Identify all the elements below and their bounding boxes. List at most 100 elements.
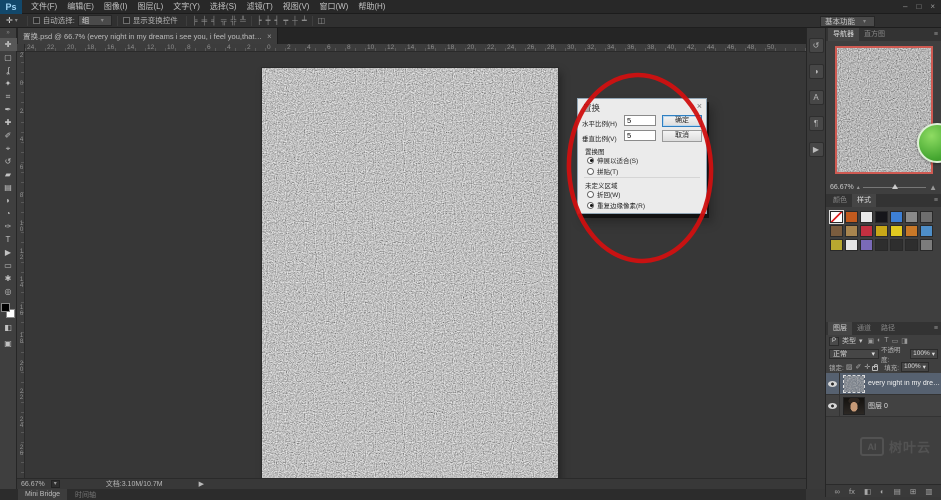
auto-select-checkbox[interactable] xyxy=(32,17,40,24)
add-layer-mask-icon[interactable]: ◧ xyxy=(864,487,871,496)
layer-thumbnail-portrait[interactable] xyxy=(843,396,865,415)
distribute-bottom-icon[interactable]: ┷ xyxy=(302,16,307,25)
stretch-to-fit-option[interactable]: 伸展以适合(S) xyxy=(587,155,638,165)
quick-selection-tool[interactable]: ✦ xyxy=(0,77,17,90)
eraser-tool[interactable]: ▰ xyxy=(0,168,17,181)
menu-item[interactable]: 图像(I) xyxy=(99,0,133,14)
horizontal-scale-input[interactable] xyxy=(624,115,656,126)
paragraph-panel-icon[interactable]: ¶ xyxy=(808,116,824,131)
new-layer-icon[interactable]: ⊞ xyxy=(910,487,916,496)
navigator-zoom-value[interactable]: 66.67% xyxy=(830,184,854,191)
zoom-in-icon[interactable]: ▲ xyxy=(929,183,937,192)
radio-icon[interactable] xyxy=(587,190,594,198)
menu-item[interactable]: 帮助(H) xyxy=(353,0,390,14)
screen-mode-icon[interactable]: ▣ xyxy=(0,337,17,350)
distribute-left-icon[interactable]: ┝ xyxy=(257,16,262,25)
ok-button[interactable]: 确定 xyxy=(662,115,702,127)
visibility-toggle[interactable] xyxy=(826,373,840,394)
style-swatch[interactable] xyxy=(905,225,918,237)
eyedropper-tool[interactable]: ✒ xyxy=(0,103,17,116)
zoom-out-icon[interactable]: ▴ xyxy=(857,184,860,191)
style-swatch[interactable] xyxy=(905,239,918,251)
style-swatch[interactable] xyxy=(860,211,873,223)
status-dropdown-icon[interactable]: ▾ xyxy=(50,480,60,488)
style-swatch[interactable] xyxy=(890,239,903,251)
menu-item[interactable]: 编辑(E) xyxy=(62,0,99,14)
history-panel-icon[interactable]: ↺ xyxy=(808,38,824,53)
vertical-scale-input[interactable] xyxy=(624,130,656,141)
hand-tool[interactable]: ✱ xyxy=(0,272,17,285)
distribute-right-icon[interactable]: ┥ xyxy=(275,16,280,25)
menu-item[interactable]: 窗口(W) xyxy=(314,0,353,14)
blur-tool[interactable]: ◗ xyxy=(0,194,17,207)
dialog-close-icon[interactable]: × xyxy=(697,101,702,111)
cancel-button[interactable]: 取消 xyxy=(662,130,702,142)
style-swatch[interactable] xyxy=(875,239,888,251)
panel-tab[interactable]: 通道 xyxy=(852,322,876,335)
timeline-tab[interactable]: 时间轴 xyxy=(75,490,96,500)
radio-icon[interactable] xyxy=(587,156,594,164)
brush-tool[interactable]: ✐ xyxy=(0,129,17,142)
type-tool[interactable]: T xyxy=(0,233,17,246)
menu-item[interactable]: 图层(L) xyxy=(132,0,168,14)
menu-item[interactable]: 文件(F) xyxy=(26,0,62,14)
quick-mask-icon[interactable]: ◧ xyxy=(0,321,17,334)
opacity-value[interactable]: 100% ▾ xyxy=(910,348,938,359)
shape-tool[interactable]: ▭ xyxy=(0,259,17,272)
style-swatch[interactable] xyxy=(905,211,918,223)
radio-icon[interactable] xyxy=(587,201,594,209)
lock-image-pixels-icon[interactable]: ✐ xyxy=(855,363,861,371)
layer-thumbnail[interactable] xyxy=(843,374,865,393)
show-transform-checkbox[interactable] xyxy=(122,17,130,24)
style-swatch[interactable] xyxy=(860,239,873,251)
fill-value[interactable]: 100% ▾ xyxy=(901,361,929,372)
style-swatch[interactable] xyxy=(829,210,844,224)
style-swatch[interactable] xyxy=(845,239,858,251)
layer-group-icon[interactable]: ▤ xyxy=(894,487,901,496)
healing-brush-tool[interactable]: ✚ xyxy=(0,116,17,129)
panel-tab[interactable]: 颜色 xyxy=(828,194,852,207)
style-swatch[interactable] xyxy=(890,225,903,237)
filter-kind-icon[interactable]: P xyxy=(829,336,839,346)
chevron-down-icon[interactable]: ▾ xyxy=(859,337,863,345)
gradient-tool[interactable]: ▤ xyxy=(0,181,17,194)
marquee-tool[interactable]: ▢ xyxy=(0,51,17,64)
style-swatch[interactable] xyxy=(845,225,858,237)
auto-select-dropdown[interactable]: 组 ▾ xyxy=(77,15,112,26)
align-middle-icon[interactable]: ╬ xyxy=(231,16,237,25)
dodge-tool[interactable]: ◔ xyxy=(0,207,17,220)
link-layers-icon[interactable]: ∞ xyxy=(835,487,840,496)
lock-position-icon[interactable]: ✛ xyxy=(864,363,870,371)
color-chips[interactable] xyxy=(1,303,15,318)
menu-item[interactable]: 滤镜(T) xyxy=(242,0,278,14)
wrap-around-option[interactable]: 折回(W) xyxy=(587,189,620,199)
move-tool[interactable]: ✛ xyxy=(0,38,17,51)
radio-icon[interactable] xyxy=(587,167,594,175)
collapse-toolbar-icon[interactable]: » xyxy=(6,28,9,38)
filter-kind-label[interactable]: 类型 xyxy=(842,336,856,346)
actions-panel-icon[interactable]: ▶ xyxy=(808,142,824,157)
restore-button[interactable]: □ xyxy=(916,0,921,13)
pen-tool[interactable]: ✑ xyxy=(0,220,17,233)
menu-item[interactable]: 文字(Y) xyxy=(168,0,205,14)
navigator-preview[interactable] xyxy=(835,46,933,174)
zoom-tool[interactable]: ◎ xyxy=(0,285,17,298)
style-swatch[interactable] xyxy=(830,239,843,251)
style-swatch[interactable] xyxy=(875,225,888,237)
filter-pixel-layers-icon[interactable]: ▣ xyxy=(868,337,875,345)
menu-item[interactable]: 视图(V) xyxy=(278,0,315,14)
panel-menu-icon[interactable]: ≡ xyxy=(934,31,938,38)
lock-all-icon[interactable] xyxy=(872,363,879,371)
style-swatch[interactable] xyxy=(830,225,843,237)
workspace-switcher[interactable]: 基本功能 ▾ xyxy=(819,16,875,27)
status-zoom-value[interactable]: 66.67% xyxy=(21,481,45,488)
crop-tool[interactable]: ⌗ xyxy=(0,90,17,103)
style-swatch[interactable] xyxy=(845,211,858,223)
status-expand-icon[interactable]: ▶ xyxy=(199,480,204,488)
panel-tab[interactable]: 路径 xyxy=(876,322,900,335)
panel-menu-icon[interactable]: ≡ xyxy=(934,197,938,204)
distribute-top-icon[interactable]: ┯ xyxy=(283,16,288,25)
minimize-button[interactable]: – xyxy=(903,0,907,13)
style-swatch[interactable] xyxy=(890,211,903,223)
align-right-icon[interactable]: ╡ xyxy=(211,16,217,25)
